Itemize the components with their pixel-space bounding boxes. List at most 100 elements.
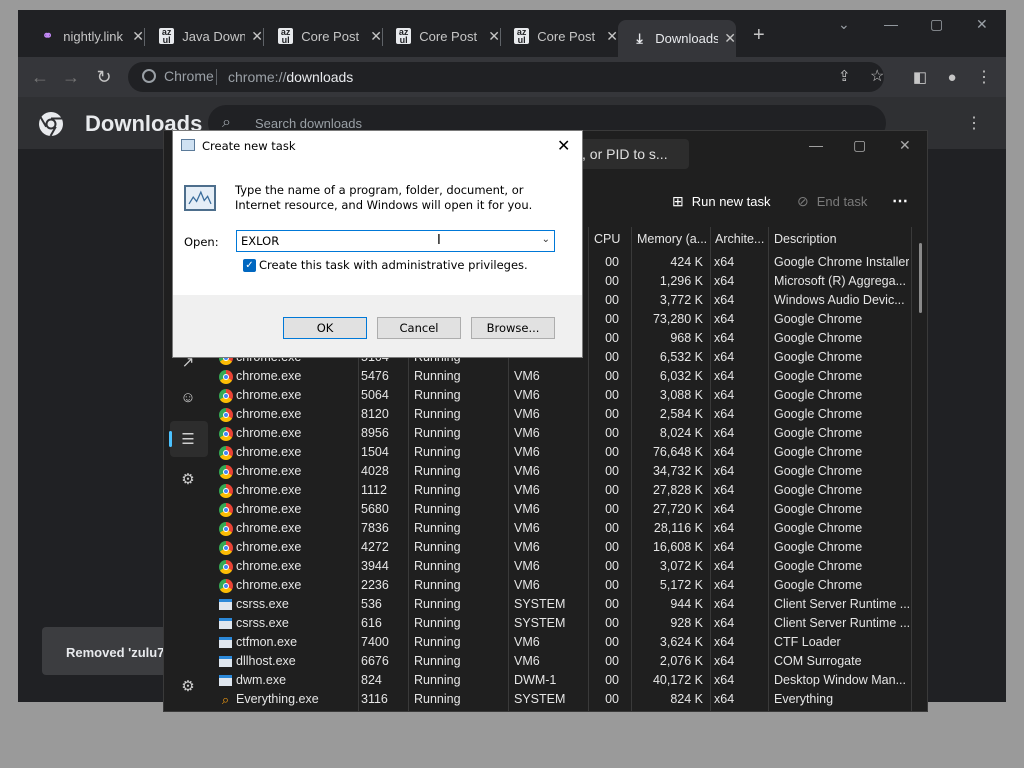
cell-pid: 4028 [361,464,389,478]
nav-settings-icon[interactable]: ⚙ [178,677,198,697]
chevron-down-icon[interactable]: ⌄ [542,234,550,245]
task-manager-search-input[interactable]: , or PID to s... [574,139,689,169]
cell-mem: 928 K [670,616,703,630]
browse-button[interactable]: Browse... [471,317,555,339]
chrome-process-icon [218,502,233,517]
table-row[interactable]: chrome.exe 5064 Running VM6 00 3,088 K x64 Goog… [216,386,926,405]
browser-tab[interactable]: ⚭ nightly.link ✕ [26,22,144,50]
tm-maximize-icon[interactable]: ▢ [853,137,866,154]
window-process-icon [218,616,233,631]
tab-close-icon[interactable]: ✕ [370,28,382,45]
maximize-icon[interactable]: ▢ [930,16,943,33]
search-placeholder: Search downloads [255,116,362,131]
cell-name: chrome.exe [218,462,356,481]
cell-cpu: 00 [605,597,619,611]
cell-mem: 5,172 K [659,578,703,592]
cancel-button[interactable]: Cancel [377,317,461,339]
forward-icon[interactable]: → [59,65,83,89]
reload-icon[interactable]: ↻ [92,65,116,89]
column-header-memory[interactable]: Memory (a... [632,227,710,251]
tm-minimize-icon[interactable]: — [809,137,823,153]
tab-close-icon[interactable]: ✕ [488,28,500,45]
chrome-process-icon [218,388,233,403]
close-window-icon[interactable]: ✕ [976,16,988,33]
back-icon[interactable]: ← [28,65,52,89]
table-row[interactable]: csrss.exe 536 Running SYSTEM 00 944 K x64 Clien… [216,595,926,614]
column-header-cpu[interactable]: CPU [589,227,634,251]
browser-tab[interactable]: az ul Core Post ✕ [382,22,500,50]
run-new-task-icon: ⊞ [672,193,684,209]
table-row[interactable]: chrome.exe 5476 Running VM6 00 6,032 K x64 Goog… [216,367,926,386]
table-row[interactable]: chrome.exe 3944 Running VM6 00 3,072 K x64 Goog… [216,557,926,576]
tab-close-icon[interactable]: ✕ [724,30,736,47]
cell-status: Running [414,445,461,459]
scrollbar-thumb[interactable] [919,243,922,313]
side-panel-icon[interactable]: ◧ [908,65,932,89]
cell-desc: Google Chrome [774,502,863,516]
table-row[interactable]: csrss.exe 616 Running SYSTEM 00 928 K x64 Clien… [216,614,926,633]
cell-pid: 616 [361,616,382,630]
site-chip[interactable]: Chrome [142,68,214,84]
table-row[interactable]: chrome.exe 2236 Running VM6 00 5,172 K x64 Goog… [216,576,926,595]
column-header-architecture[interactable]: Archite... [710,227,768,251]
column-header-description[interactable]: Description [769,227,909,251]
omnibox[interactable]: Chrome chrome://downloads ⇪ ☆ [128,62,884,92]
dialog-close-icon[interactable]: ✕ [557,136,570,155]
admin-checkbox-label[interactable]: Create this task with administrative pri… [259,258,528,272]
chrome-menu-icon[interactable]: ⋮ [972,65,996,89]
end-task-button[interactable]: ⊘ End task [797,193,867,210]
cell-name: chrome.exe [218,405,356,424]
cell-pid: 3116 [361,692,388,706]
downloads-more-icon[interactable]: ⋮ [966,113,982,133]
open-input[interactable]: EXLOR I ⌄ [236,230,555,252]
table-row[interactable]: chrome.exe 1112 Running VM6 00 27,828 K x64 Goo… [216,481,926,500]
chrome-process-icon [218,407,233,422]
table-row[interactable]: chrome.exe 4028 Running VM6 00 34,732 K x64 Goo… [216,462,926,481]
tab-search-chevron-icon[interactable]: ⌄ [838,16,850,33]
share-icon[interactable]: ⇪ [838,67,851,85]
nav-details-icon[interactable]: ☰ [178,430,198,450]
tm-close-icon[interactable]: ✕ [899,137,911,154]
table-row[interactable]: dllhost.exe 6676 Running VM6 00 2,076 K x64 COM… [216,652,926,671]
run-new-task-button[interactable]: ⊞ Run new task [672,193,771,210]
table-row[interactable]: chrome.exe 5680 Running VM6 00 27,720 K x64 Goo… [216,500,926,519]
more-options-icon[interactable]: ⋯ [892,191,908,211]
chrome-logo-icon [218,407,233,422]
cell-mem: 76,648 K [652,445,703,459]
tab-close-icon[interactable]: ✕ [606,28,618,45]
table-row[interactable]: ctfmon.exe 7400 Running VM6 00 3,624 K x64 CTF … [216,633,926,652]
cell-desc: Google Chrome [774,483,863,497]
table-row[interactable]: chrome.exe 1504 Running VM6 00 76,648 K x64 Goo… [216,443,926,462]
browser-tab[interactable]: az ul Core Post ✕ [500,22,618,50]
process-name: chrome.exe [236,426,302,440]
minimize-icon[interactable]: — [884,16,898,32]
chrome-logo-icon [218,388,233,403]
process-name: ctfmon.exe [236,635,298,649]
tab-close-icon[interactable]: ✕ [132,28,144,45]
new-tab-icon[interactable]: + [753,24,765,47]
tab-close-icon[interactable]: ✕ [251,28,263,45]
table-row[interactable]: chrome.exe 7836 Running VM6 00 28,116 K x64 Goo… [216,519,926,538]
table-row[interactable]: dwm.exe 824 Running DWM-1 00 40,172 K x64 Deskt… [216,671,926,690]
cell-pid: 824 [361,673,382,687]
process-name: chrome.exe [236,540,302,554]
table-row[interactable]: chrome.exe 8120 Running VM6 00 2,584 K x64 Goog… [216,405,926,424]
browser-tab[interactable]: ⤓ Downloads ✕ [618,20,736,57]
process-name: chrome.exe [236,559,302,573]
nav-users-icon[interactable]: ☺ [178,389,198,409]
browser-tab[interactable]: az ul Core Post ✕ [264,22,382,50]
cell-cpu: 00 [605,388,619,402]
cell-user: VM6 [514,654,540,668]
bookmark-star-icon[interactable]: ☆ [870,66,884,86]
profile-icon[interactable]: ● [940,65,964,89]
table-row[interactable]: chrome.exe 8956 Running VM6 00 8,024 K x64 Goog… [216,424,926,443]
cell-mem: 3,772 K [659,293,703,307]
ok-button[interactable]: OK [283,317,367,339]
nav-services-icon[interactable]: ⚙ [178,470,198,490]
browser-tab[interactable]: az ul Java Downloads ✕ [145,22,263,50]
admin-checkbox[interactable]: ✓ [243,259,256,272]
cell-desc: Google Chrome [774,445,863,459]
table-row[interactable]: chrome.exe 4272 Running VM6 00 16,608 K x64 Goo… [216,538,926,557]
table-row[interactable]: ⌕ Everything.exe 3116 Running SYSTEM 00 824 K x… [216,690,926,709]
end-task-icon: ⊘ [797,193,809,209]
